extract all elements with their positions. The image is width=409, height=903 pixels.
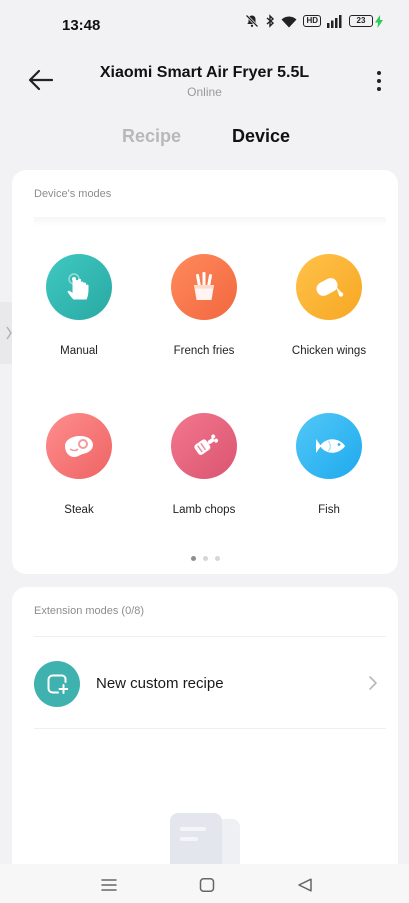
- charging-icon: [375, 14, 383, 28]
- page-dot[interactable]: [214, 556, 220, 561]
- mode-icon-bg: [296, 413, 362, 479]
- status-time: 13:48: [62, 17, 101, 34]
- add-recipe-icon-bg: [34, 661, 80, 707]
- hand-tap-icon: [67, 273, 89, 300]
- new-custom-recipe-label: New custom recipe: [96, 675, 224, 692]
- chicken-wing-icon: [316, 278, 344, 297]
- battery-icon: 23: [349, 14, 383, 28]
- tab-recipe[interactable]: Recipe: [122, 126, 181, 147]
- mode-label: Lamb chops: [172, 504, 236, 516]
- back-button[interactable]: [26, 66, 58, 94]
- add-square-icon: [47, 674, 68, 694]
- mode-chicken-wings[interactable]: Chicken wings: [269, 254, 389, 357]
- page-dot[interactable]: [190, 556, 196, 561]
- mode-fish[interactable]: Fish: [269, 413, 389, 516]
- title-block: Xiaomi Smart Air Fryer 5.5L Online: [60, 64, 349, 99]
- mode-icon-bg: [296, 254, 362, 320]
- device-status: Online: [187, 85, 222, 99]
- mode-manual[interactable]: Manual: [19, 254, 139, 357]
- system-nav-bar: [0, 864, 409, 903]
- divider: [34, 217, 386, 227]
- mode-icon-bg: [171, 254, 237, 320]
- menu-icon[interactable]: [101, 878, 117, 892]
- lamb-chop-icon: [194, 434, 219, 455]
- extension-section-label: Extension modes (0/8): [34, 605, 145, 617]
- tab-bar: Recipe Device: [0, 126, 409, 152]
- signal-icon: [327, 14, 342, 28]
- divider: [34, 728, 386, 729]
- bluetooth-icon: [266, 14, 275, 28]
- mode-label: Chicken wings: [291, 345, 367, 357]
- device-title: Xiaomi Smart Air Fryer 5.5L: [99, 64, 310, 81]
- home-square-icon[interactable]: [199, 878, 215, 892]
- hd-badge: HD: [303, 15, 321, 27]
- page-indicator: [12, 556, 398, 561]
- mode-french-fries[interactable]: French fries: [144, 254, 264, 357]
- chevron-right-icon: [369, 676, 377, 690]
- header: Xiaomi Smart Air Fryer 5.5L Online: [0, 52, 409, 108]
- mode-steak[interactable]: Steak: [19, 413, 139, 516]
- mute-bell-icon: [246, 14, 259, 28]
- more-options-button[interactable]: [371, 68, 387, 94]
- tab-device[interactable]: Device: [232, 126, 290, 147]
- extension-modes-card: Extension modes (0/8) New custom recipe: [12, 587, 398, 877]
- mode-icon-bg: [46, 413, 112, 479]
- mode-icon-bg: [46, 254, 112, 320]
- status-icons: HD 23: [245, 14, 383, 28]
- mode-label: Manual: [60, 345, 98, 357]
- back-triangle-icon[interactable]: [297, 878, 313, 892]
- status-bar: 13:48 HD 23: [0, 0, 409, 52]
- mode-icon-bg: [171, 413, 237, 479]
- modes-section-label: Device's modes: [34, 188, 112, 200]
- mode-label: Steak: [64, 504, 94, 516]
- mode-label: French fries: [173, 345, 235, 357]
- wifi-icon: [281, 16, 297, 27]
- page-dot[interactable]: [202, 556, 208, 561]
- fish-icon: [316, 439, 345, 453]
- device-modes-card: Device's modes Manual French fries Chick…: [12, 170, 398, 574]
- fries-icon: [194, 272, 214, 300]
- new-custom-recipe-row[interactable]: New custom recipe: [12, 637, 398, 729]
- steak-icon: [65, 436, 93, 457]
- battery-level: 23: [349, 15, 373, 27]
- mode-label: Fish: [318, 504, 340, 516]
- mode-lamb-chops[interactable]: Lamb chops: [144, 413, 264, 516]
- more-vertical-icon: [377, 71, 381, 75]
- arrow-left-icon: [28, 69, 54, 91]
